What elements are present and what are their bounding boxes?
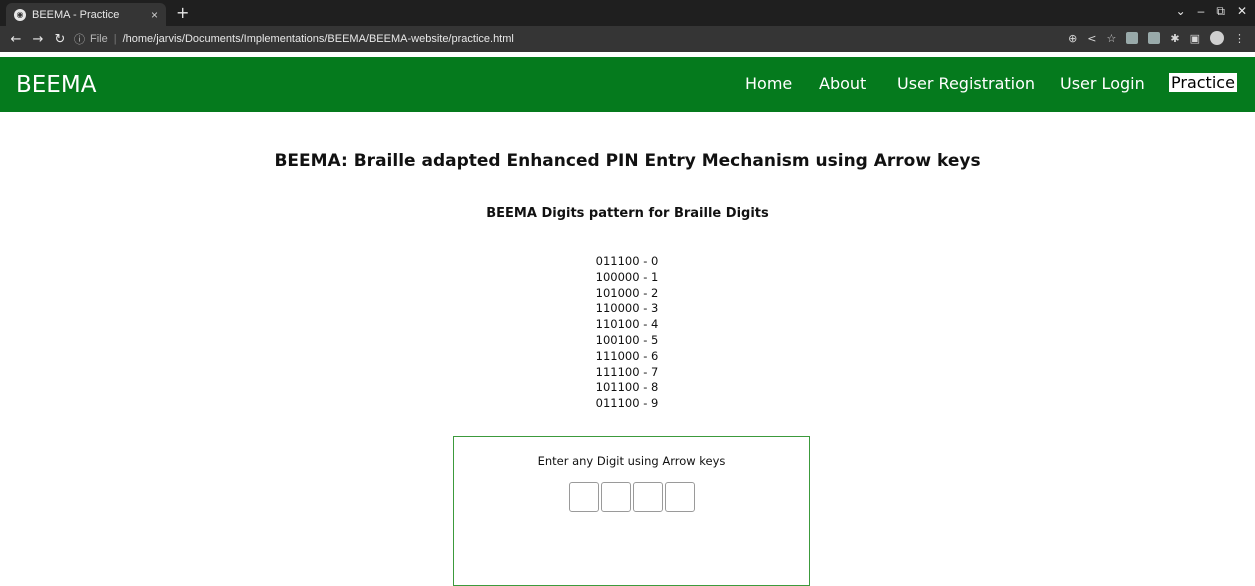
pattern-item: 110100 - 4	[595, 317, 659, 332]
new-tab-button[interactable]: +	[176, 4, 189, 22]
reload-icon[interactable]: ↻	[54, 32, 66, 47]
pattern-item: 111000 - 6	[595, 348, 659, 363]
pin-digit-box[interactable]	[665, 482, 695, 512]
browser-tab-bar: ◉ BEEMA - Practice × + ⌄ – ⧉ ✕	[0, 0, 1255, 26]
pin-entry-row	[569, 482, 695, 512]
pattern-item: 100100 - 5	[595, 332, 659, 347]
practice-panel: Enter any Digit using Arrow keys	[453, 436, 810, 586]
side-panel-icon[interactable]: ▣	[1190, 32, 1200, 45]
minimize-icon[interactable]: –	[1198, 4, 1205, 19]
bookmark-star-icon[interactable]: ☆	[1107, 32, 1117, 45]
zoom-icon[interactable]: ⊕	[1068, 32, 1077, 45]
pattern-item: 100000 - 1	[595, 269, 659, 284]
close-window-icon[interactable]: ✕	[1237, 4, 1247, 19]
pattern-item: 101000 - 2	[595, 285, 659, 300]
browser-tab[interactable]: ◉ BEEMA - Practice ×	[6, 3, 166, 26]
url-field[interactable]: ⓘ File | /home/jarvis/Documents/Implemen…	[74, 29, 1054, 49]
pin-digit-box[interactable]	[633, 482, 663, 512]
pattern-item: 110000 - 3	[595, 301, 659, 316]
extension-icon[interactable]	[1126, 32, 1139, 44]
share-icon[interactable]: <	[1087, 32, 1096, 45]
nav-link-user-login[interactable]: User Login	[1060, 74, 1145, 93]
close-tab-icon[interactable]: ×	[151, 8, 158, 22]
menu-kebab-icon[interactable]: ⋮	[1234, 32, 1245, 45]
nav-links: Home About User Registration User Login …	[0, 57, 1255, 112]
nav-link-practice[interactable]: Practice	[1169, 73, 1237, 92]
pattern-item: 101100 - 8	[595, 380, 659, 395]
digit-pattern-list: 011100 - 0 100000 - 1 101000 - 2 110000 …	[577, 254, 677, 412]
practice-instruction: Enter any Digit using Arrow keys	[537, 454, 726, 468]
nav-link-user-registration[interactable]: User Registration	[897, 74, 1035, 93]
back-icon[interactable]: ←	[10, 32, 22, 47]
url-scheme: File	[90, 33, 108, 45]
nav-link-about[interactable]: About	[819, 74, 866, 93]
info-icon[interactable]: ⓘ	[74, 31, 85, 47]
nav-link-home[interactable]: Home	[745, 74, 792, 93]
window-controls: ⌄ – ⧉ ✕	[1176, 4, 1247, 19]
site-navbar: BEEMA Home About User Registration User …	[0, 57, 1255, 112]
restore-icon[interactable]: ⧉	[1216, 4, 1225, 19]
pattern-item: 011100 - 9	[595, 396, 659, 411]
toolbar-icons: ⊕ < ☆ ✱ ▣ ⋮	[1068, 31, 1245, 45]
tab-search-icon[interactable]: ⌄	[1176, 4, 1186, 19]
tab-title: BEEMA - Practice	[32, 8, 120, 21]
extension-icon[interactable]	[1148, 32, 1161, 44]
forward-icon[interactable]: →	[32, 32, 44, 47]
globe-icon: ◉	[14, 8, 26, 21]
page-title: BEEMA: Braille adapted Enhanced PIN Entr…	[274, 151, 981, 171]
pattern-item: 111100 - 7	[595, 364, 659, 379]
extensions-puzzle-icon[interactable]: ✱	[1170, 32, 1179, 45]
url-separator: |	[113, 33, 117, 45]
pin-digit-box[interactable]	[569, 482, 599, 512]
page-subtitle: BEEMA Digits pattern for Braille Digits	[486, 206, 769, 221]
pattern-item: 011100 - 0	[595, 254, 659, 268]
pin-digit-box[interactable]	[601, 482, 631, 512]
profile-avatar[interactable]	[1210, 31, 1224, 45]
url-text: /home/jarvis/Documents/Implementations/B…	[122, 33, 514, 45]
address-bar: ← → ↻ ⓘ File | /home/jarvis/Documents/Im…	[0, 26, 1255, 52]
